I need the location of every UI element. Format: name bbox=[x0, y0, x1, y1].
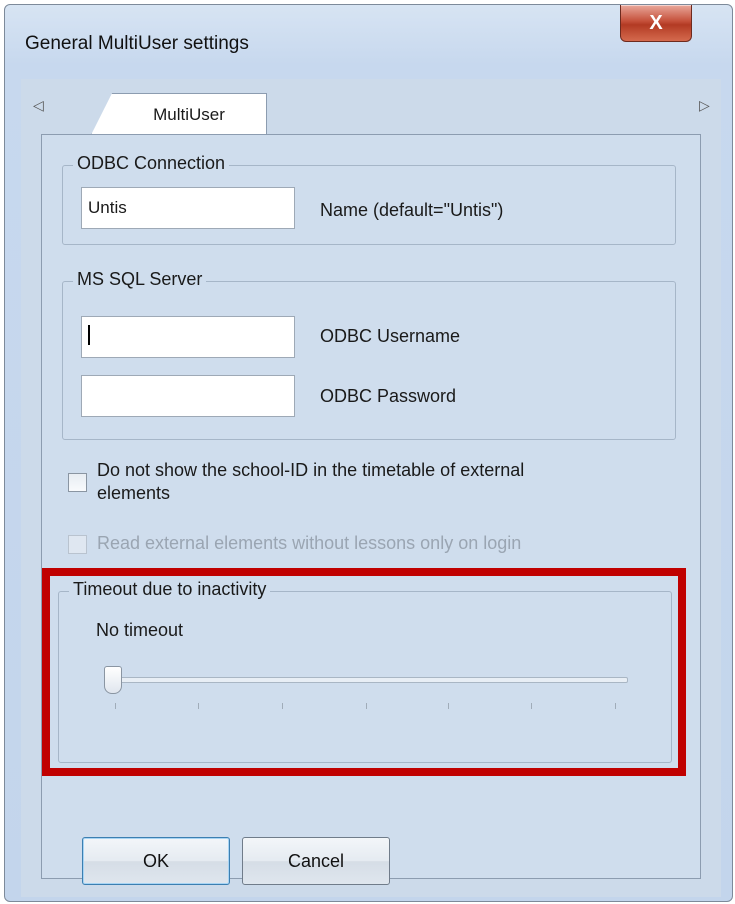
tab-label: MultiUser bbox=[153, 104, 225, 124]
triangle-left-icon[interactable]: ◁ bbox=[33, 97, 44, 114]
odbc-name-value: Untis bbox=[88, 198, 127, 217]
window-title: General MultiUser settings bbox=[25, 33, 249, 54]
cancel-button[interactable]: Cancel bbox=[242, 837, 390, 885]
close-button[interactable]: X bbox=[620, 5, 692, 42]
close-icon: X bbox=[649, 11, 663, 34]
hide-school-id-label-line2[interactable]: elements bbox=[97, 483, 170, 504]
odbc-connection-legend: ODBC Connection bbox=[73, 153, 230, 174]
text-cursor bbox=[88, 325, 90, 345]
read-external-label: Read external elements without lessons o… bbox=[97, 533, 522, 553]
title-bar[interactable]: General MultiUser settings X bbox=[5, 5, 732, 79]
cancel-button-label: Cancel bbox=[287, 850, 345, 871]
read-external-checkbox bbox=[68, 535, 87, 554]
odbc-name-label: Name (default="Untis") bbox=[320, 200, 504, 220]
odbc-password-input[interactable] bbox=[81, 375, 295, 417]
odbc-password-label: ODBC Password bbox=[320, 386, 457, 406]
odbc-name-input[interactable]: Untis bbox=[81, 187, 295, 229]
ms-sql-server-legend: MS SQL Server bbox=[73, 269, 207, 290]
odbc-username-label: ODBC Username bbox=[320, 326, 461, 346]
triangle-right-icon[interactable]: ▷ bbox=[699, 97, 710, 114]
hide-school-id-label-line1[interactable]: Do not show the school-ID in the timetab… bbox=[97, 460, 524, 481]
ok-button[interactable]: OK bbox=[82, 837, 230, 885]
odbc-username-input[interactable] bbox=[81, 316, 295, 358]
tab-multiuser[interactable]: MultiUser bbox=[91, 93, 267, 135]
ok-button-label: OK bbox=[142, 850, 169, 871]
hide-school-id-checkbox[interactable] bbox=[68, 473, 87, 492]
highlight-frame bbox=[42, 568, 686, 776]
